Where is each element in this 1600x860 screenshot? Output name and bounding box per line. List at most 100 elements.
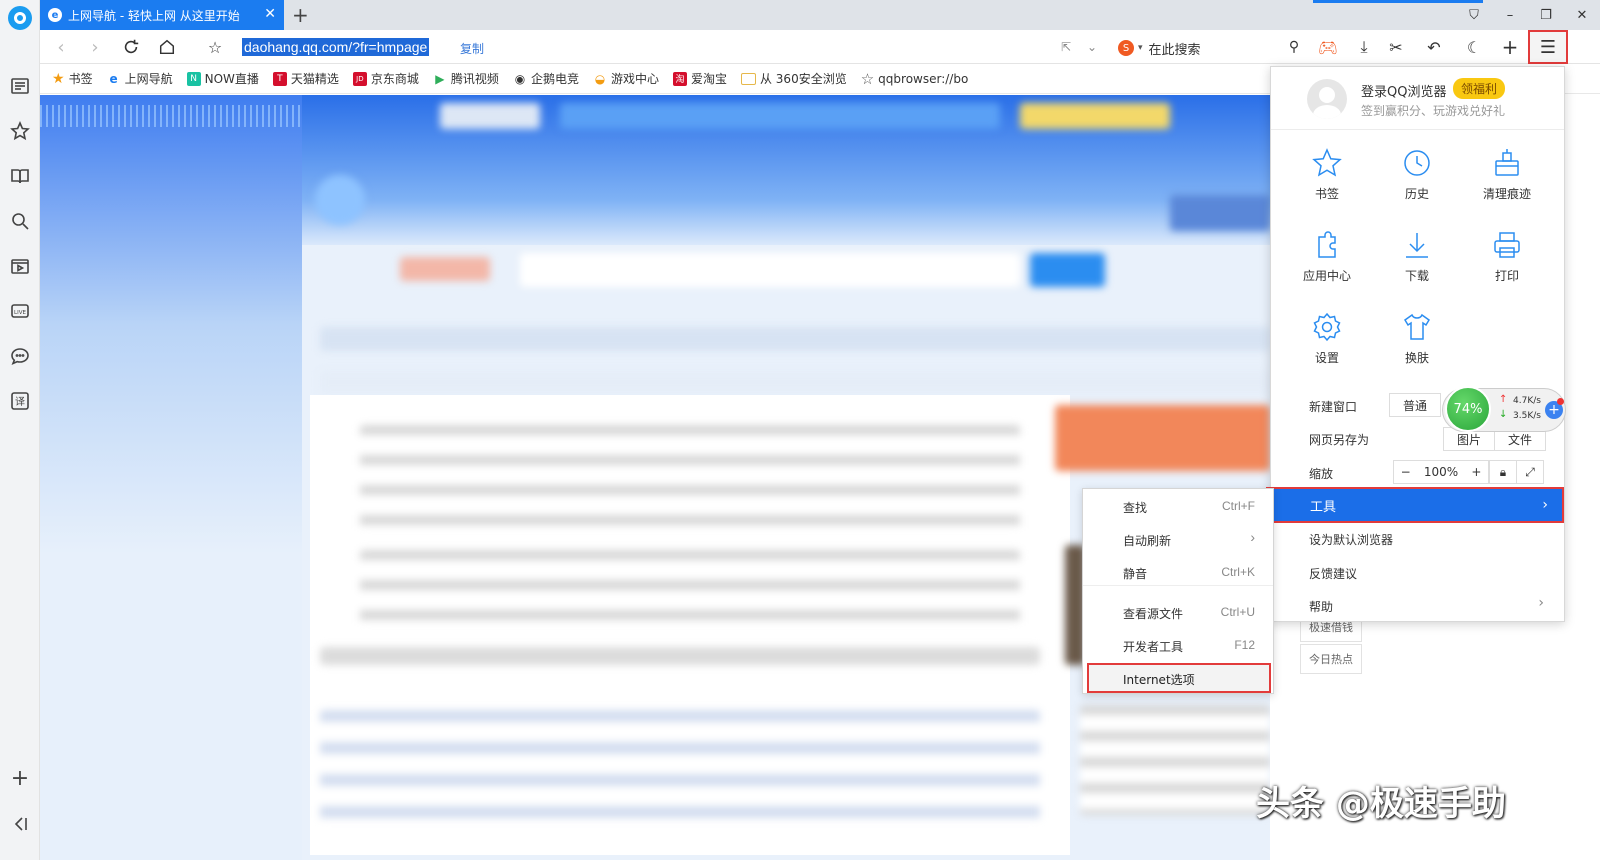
menu-history[interactable]: 历史 xyxy=(1382,147,1452,202)
download-arrow-icon: ↓ xyxy=(1499,409,1508,420)
menu-skin[interactable]: 换肤 xyxy=(1382,311,1452,366)
blurred-block xyxy=(400,257,490,281)
pin-icon[interactable]: ⛉ xyxy=(1456,0,1492,30)
welfare-badge[interactable]: 领福利 xyxy=(1453,78,1506,99)
submenu-mute[interactable]: 静音 xyxy=(1123,565,1147,582)
video-icon[interactable] xyxy=(8,254,32,278)
menu-clear-traces[interactable]: 清理痕迹 xyxy=(1472,147,1542,202)
clock-icon xyxy=(1404,150,1430,176)
audio-wave-decoration xyxy=(40,105,302,127)
svg-text:LIVE: LIVE xyxy=(14,310,26,316)
bookmark-item[interactable]: ★ 书签 xyxy=(52,70,93,87)
new-tab-button[interactable]: + xyxy=(292,3,309,27)
news-icon[interactable] xyxy=(8,74,32,98)
menu-app-center[interactable]: 应用中心 xyxy=(1292,229,1362,284)
translate-icon[interactable]: 译 xyxy=(8,389,32,413)
game-controller-icon[interactable]: 🎮︎ xyxy=(1316,36,1340,58)
favorites-star-icon[interactable] xyxy=(8,119,32,143)
chevron-right-icon: › xyxy=(1542,497,1548,513)
blurred-nav-row xyxy=(320,327,1270,351)
live-icon[interactable]: LIVE xyxy=(8,299,32,323)
menu-help[interactable]: 帮助 xyxy=(1309,598,1333,615)
zoom-in-button[interactable]: + xyxy=(1471,465,1481,479)
webpage-viewport[interactable] xyxy=(40,95,1270,860)
bookmark-item[interactable]: ▶ 腾讯视频 xyxy=(432,70,499,87)
undo-icon[interactable]: ↶ xyxy=(1422,36,1446,58)
tab-close-icon[interactable]: ✕ xyxy=(264,6,276,22)
active-tab[interactable]: e 上网导航 - 轻快上网 从这里开始 ✕ xyxy=(40,0,284,30)
chat-bubble-icon[interactable] xyxy=(8,344,32,368)
bookmark-item[interactable]: e 上网导航 xyxy=(106,70,173,87)
window-controls: ⛉ – ❐ ✕ xyxy=(1456,0,1600,30)
bookmark-item[interactable]: ◉ 企鹅电竞 xyxy=(512,70,579,87)
download-icon[interactable]: ⤓ xyxy=(1352,36,1376,58)
bookmark-folder[interactable]: 从 360安全浏览 xyxy=(740,70,847,87)
search-engine-icon[interactable]: S xyxy=(1118,40,1134,56)
star-icon: ★ xyxy=(52,70,65,87)
menu-settings[interactable]: 设置 xyxy=(1292,311,1362,366)
menu-set-default-browser[interactable]: 设为默认浏览器 xyxy=(1309,531,1393,548)
refresh-icon[interactable] xyxy=(120,36,142,58)
menu-feedback[interactable]: 反馈建议 xyxy=(1309,565,1357,582)
submenu-find[interactable]: 查找 xyxy=(1123,499,1147,516)
submenu-developer-tools[interactable]: 开发者工具 xyxy=(1123,638,1183,655)
menu-download[interactable]: 下载 xyxy=(1382,229,1452,284)
dropdown-chevron-icon[interactable]: ⌄ xyxy=(1080,36,1104,58)
user-avatar[interactable] xyxy=(1307,79,1347,119)
screenshot-scissors-icon[interactable]: ✂ xyxy=(1384,36,1408,58)
search-icon[interactable]: ⚲ xyxy=(1282,36,1306,58)
tencent-video-icon: ▶ xyxy=(432,71,447,86)
blurred-block xyxy=(440,103,540,129)
lock-icon[interactable]: 🔒︎ xyxy=(1489,460,1517,484)
blurred-category-row xyxy=(320,647,1040,665)
zoom-label: 缩放 xyxy=(1309,467,1334,481)
login-link[interactable]: 登录QQ浏览器 xyxy=(1361,81,1446,100)
menu-bookmarks[interactable]: 书签 xyxy=(1292,147,1362,202)
notification-dot xyxy=(1557,398,1564,405)
bookmark-star-icon[interactable]: ☆ xyxy=(204,36,226,58)
bookmark-item[interactable]: T 天猫精选 xyxy=(272,70,339,87)
shortcut-text: Ctrl+K xyxy=(1221,565,1255,579)
forward-arrow-icon[interactable]: › xyxy=(84,36,106,58)
submenu-auto-refresh[interactable]: 自动刷新 xyxy=(1123,532,1171,549)
network-speed-widget[interactable]: 74% ↑ 4.7K/s ↓ 3.5K/s + xyxy=(1442,386,1566,432)
bookmark-item[interactable]: ◒ 游戏中心 xyxy=(592,70,659,87)
main-menu-button[interactable]: ☰ xyxy=(1528,30,1568,64)
reader-book-icon[interactable] xyxy=(8,164,32,188)
bookmark-item[interactable]: N NOW直播 xyxy=(186,70,259,87)
main-menu-dropdown: 登录QQ浏览器 领福利 签到赢积分、玩游戏兑好礼 书签 历史 清理痕迹 应用中心… xyxy=(1266,66,1565,622)
search-icon[interactable] xyxy=(8,209,32,233)
star-outline-icon: ☆ xyxy=(860,69,875,88)
qq-browser-logo[interactable] xyxy=(8,6,32,30)
game-center-icon: ◒ xyxy=(592,71,607,86)
fullscreen-icon[interactable]: ⤢ xyxy=(1516,460,1544,484)
blurred-ad-banner xyxy=(1055,405,1270,471)
menu-tools[interactable]: 工具 › xyxy=(1266,487,1564,523)
copy-link[interactable]: 复制 xyxy=(460,40,484,57)
engine-dropdown-icon[interactable]: ▾ xyxy=(1138,43,1143,53)
url-text[interactable]: daohang.qq.com/?fr=hmpage xyxy=(242,38,430,56)
night-mode-moon-icon[interactable]: ☾ xyxy=(1462,36,1486,58)
new-normal-window-button[interactable]: 普通 xyxy=(1389,393,1441,417)
bookmark-item[interactable]: 淘爱淘宝 xyxy=(672,70,727,87)
side-item-hot-news[interactable]: 今日热点 xyxy=(1300,644,1362,674)
bookmark-item[interactable]: ☆ qqbrowser://bo xyxy=(861,70,969,88)
maximize-button[interactable]: ❐ xyxy=(1528,0,1564,30)
add-icon[interactable]: + xyxy=(8,766,32,791)
add-icon[interactable]: + xyxy=(1498,35,1522,59)
bookmark-item[interactable]: JD 京东商城 xyxy=(352,70,419,87)
blurred-block xyxy=(1170,195,1270,231)
home-icon[interactable] xyxy=(156,36,178,58)
submenu-view-source[interactable]: 查看源文件 xyxy=(1123,605,1183,622)
minimize-button[interactable]: – xyxy=(1492,0,1528,30)
puzzle-icon xyxy=(1318,231,1336,258)
close-window-button[interactable]: ✕ xyxy=(1564,0,1600,30)
zoom-out-button[interactable]: − xyxy=(1401,465,1411,479)
collapse-sidebar-icon[interactable] xyxy=(8,812,32,836)
back-arrow-icon[interactable]: ‹ xyxy=(50,36,72,58)
share-icon[interactable]: ⇱ xyxy=(1054,36,1078,58)
menu-print[interactable]: 打印 xyxy=(1472,229,1542,284)
download-icon xyxy=(1406,233,1428,258)
svg-text:译: 译 xyxy=(15,396,25,408)
submenu-internet-options[interactable]: Internet选项 xyxy=(1087,663,1271,693)
